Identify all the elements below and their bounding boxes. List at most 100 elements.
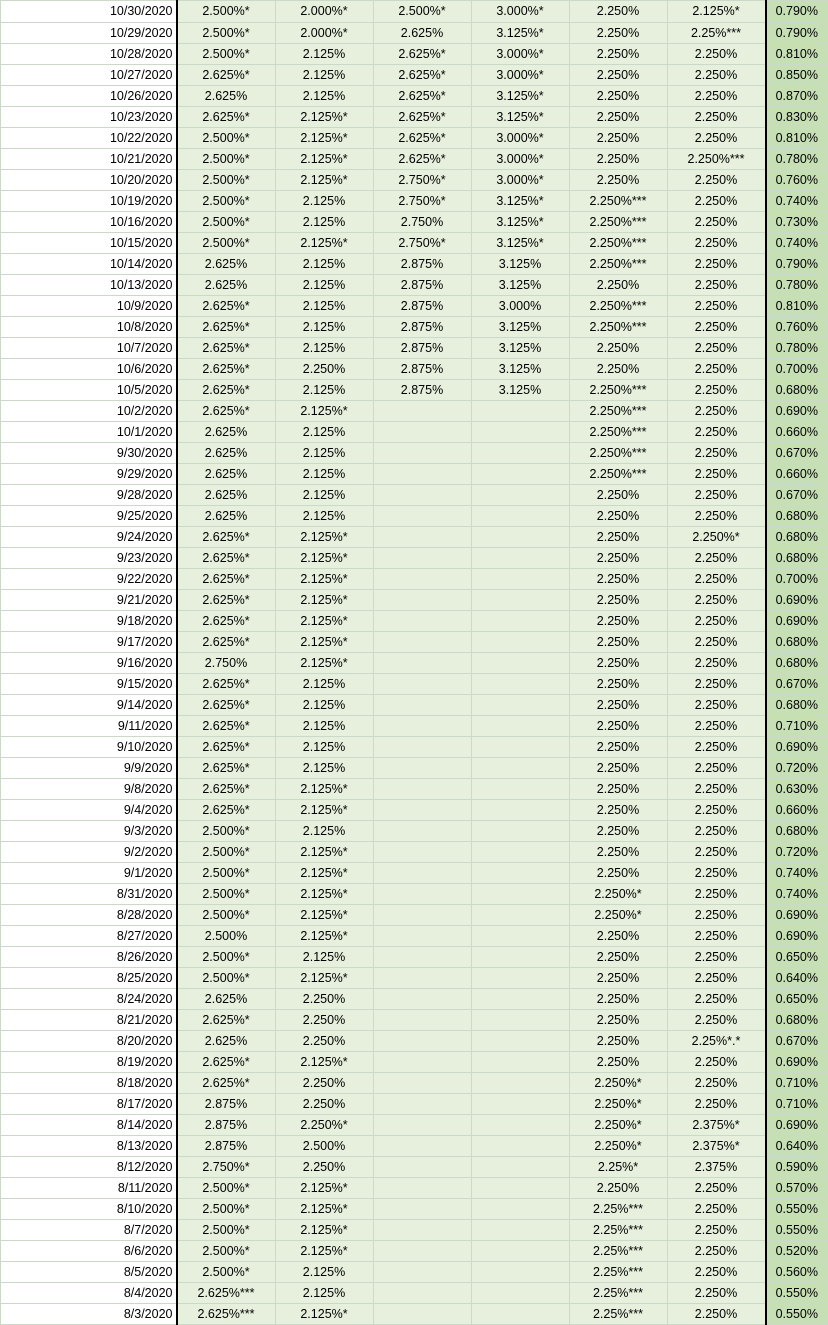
rate-cell-7[interactable]: 0.680% <box>764 652 828 674</box>
rate-cell-2[interactable]: 2.125% <box>274 211 374 233</box>
rate-cell-5[interactable]: 2.250% <box>568 85 668 107</box>
rate-cell-6[interactable]: 2.250% <box>666 1282 766 1304</box>
rate-cell-3[interactable] <box>372 484 472 506</box>
date-cell[interactable]: 9/1/2020 <box>0 862 178 884</box>
rate-cell-4[interactable]: 3.125% <box>470 274 570 296</box>
date-cell[interactable]: 9/10/2020 <box>0 736 178 758</box>
rate-cell-3[interactable] <box>372 526 472 548</box>
date-cell[interactable]: 10/27/2020 <box>0 64 178 86</box>
rate-cell-3[interactable]: 2.875% <box>372 274 472 296</box>
rate-cell-4[interactable] <box>470 1282 570 1304</box>
rate-cell-4[interactable] <box>470 862 570 884</box>
rate-cell-4[interactable] <box>470 1198 570 1220</box>
rate-cell-5[interactable]: 2.250% <box>568 526 668 548</box>
rate-cell-5[interactable]: 2.250%* <box>568 904 668 926</box>
rate-cell-6[interactable]: 2.250% <box>666 1072 766 1094</box>
rate-cell-5[interactable]: 2.250% <box>568 22 668 44</box>
rate-cell-4[interactable] <box>470 715 570 737</box>
rate-cell-6[interactable]: 2.250% <box>666 883 766 905</box>
rate-cell-5[interactable]: 2.250% <box>568 736 668 758</box>
rate-cell-1[interactable]: 2.625%* <box>176 379 276 401</box>
rate-cell-2[interactable]: 2.125%* <box>274 526 374 548</box>
date-cell[interactable]: 10/29/2020 <box>0 22 178 44</box>
rate-cell-4[interactable] <box>470 673 570 695</box>
rate-cell-2[interactable]: 2.125% <box>274 253 374 275</box>
rate-cell-3[interactable]: 2.750% <box>372 211 472 233</box>
rate-cell-3[interactable] <box>372 568 472 590</box>
rate-cell-2[interactable]: 2.125% <box>274 274 374 296</box>
rate-cell-2[interactable]: 2.125%* <box>274 1177 374 1199</box>
rate-cell-6[interactable]: 2.250% <box>666 610 766 632</box>
rate-cell-7[interactable]: 0.790% <box>764 22 828 44</box>
rate-cell-5[interactable]: 2.250%* <box>568 883 668 905</box>
rate-cell-6[interactable]: 2.250% <box>666 1261 766 1283</box>
rate-cell-2[interactable]: 2.125%* <box>274 799 374 821</box>
rate-cell-4[interactable] <box>470 1219 570 1241</box>
rate-cell-7[interactable]: 0.690% <box>764 736 828 758</box>
date-cell[interactable]: 8/24/2020 <box>0 988 178 1010</box>
rate-cell-6[interactable]: 2.250% <box>666 757 766 779</box>
rate-cell-1[interactable]: 2.625%* <box>176 1009 276 1031</box>
rate-cell-5[interactable]: 2.250% <box>568 358 668 380</box>
rate-cell-3[interactable] <box>372 757 472 779</box>
rate-cell-2[interactable]: 2.125%* <box>274 652 374 674</box>
rate-cell-6[interactable]: 2.25%*.* <box>666 1030 766 1052</box>
rate-cell-7[interactable]: 0.670% <box>764 484 828 506</box>
date-cell[interactable]: 8/21/2020 <box>0 1009 178 1031</box>
rate-cell-6[interactable]: 2.250% <box>666 799 766 821</box>
date-cell[interactable]: 8/27/2020 <box>0 925 178 947</box>
rate-cell-5[interactable]: 2.250% <box>568 694 668 716</box>
rate-cell-6[interactable]: 2.250% <box>666 778 766 800</box>
rate-cell-2[interactable]: 2.125%* <box>274 778 374 800</box>
date-cell[interactable]: 8/6/2020 <box>0 1240 178 1262</box>
date-cell[interactable]: 10/13/2020 <box>0 274 178 296</box>
rate-cell-4[interactable] <box>470 736 570 758</box>
rate-cell-3[interactable] <box>372 694 472 716</box>
rate-cell-1[interactable]: 2.625%* <box>176 358 276 380</box>
rate-cell-1[interactable]: 2.500%* <box>176 148 276 170</box>
rate-cell-3[interactable]: 2.750%* <box>372 190 472 212</box>
date-cell[interactable]: 8/3/2020 <box>0 1303 178 1325</box>
date-cell[interactable]: 10/15/2020 <box>0 232 178 254</box>
rate-cell-7[interactable]: 0.550% <box>764 1282 828 1304</box>
rate-cell-3[interactable]: 2.625% <box>372 22 472 44</box>
rate-cell-7[interactable]: 0.790% <box>764 0 828 23</box>
rate-cell-1[interactable]: 2.625%* <box>176 316 276 338</box>
rate-cell-3[interactable] <box>372 631 472 653</box>
rate-cell-4[interactable] <box>470 904 570 926</box>
rate-cell-3[interactable] <box>372 652 472 674</box>
rate-cell-3[interactable] <box>372 463 472 485</box>
rate-cell-6[interactable]: 2.250% <box>666 1240 766 1262</box>
rate-cell-3[interactable] <box>372 1135 472 1157</box>
rate-cell-4[interactable] <box>470 526 570 548</box>
rate-cell-7[interactable]: 0.690% <box>764 1114 828 1136</box>
rate-cell-1[interactable]: 2.625%* <box>176 526 276 548</box>
rate-cell-5[interactable]: 2.250% <box>568 610 668 632</box>
date-cell[interactable]: 8/31/2020 <box>0 883 178 905</box>
rate-cell-1[interactable]: 2.500%* <box>176 862 276 884</box>
rate-cell-6[interactable]: 2.250% <box>666 421 766 443</box>
date-cell[interactable]: 10/30/2020 <box>0 0 178 23</box>
rate-cell-4[interactable]: 3.125%* <box>470 190 570 212</box>
rate-cell-2[interactable]: 2.125% <box>274 820 374 842</box>
rate-cell-3[interactable]: 2.875% <box>372 379 472 401</box>
rate-cell-1[interactable]: 2.625%*** <box>176 1282 276 1304</box>
rate-cell-6[interactable]: 2.250% <box>666 1009 766 1031</box>
rate-cell-4[interactable]: 3.125%* <box>470 22 570 44</box>
rate-cell-7[interactable]: 0.650% <box>764 946 828 968</box>
rate-cell-4[interactable] <box>470 967 570 989</box>
rate-cell-2[interactable]: 2.125%* <box>274 232 374 254</box>
rate-cell-2[interactable]: 2.125%* <box>274 925 374 947</box>
rate-cell-6[interactable]: 2.250% <box>666 820 766 842</box>
rate-cell-7[interactable]: 0.660% <box>764 421 828 443</box>
date-cell[interactable]: 10/20/2020 <box>0 169 178 191</box>
rate-cell-7[interactable]: 0.810% <box>764 295 828 317</box>
rate-cell-6[interactable]: 2.250% <box>666 1303 766 1325</box>
rate-cell-1[interactable]: 2.625%* <box>176 547 276 569</box>
rate-cell-3[interactable] <box>372 967 472 989</box>
rate-cell-1[interactable]: 2.625%* <box>176 673 276 695</box>
rate-cell-4[interactable] <box>470 1261 570 1283</box>
rate-cell-7[interactable]: 0.690% <box>764 589 828 611</box>
rate-cell-7[interactable]: 0.640% <box>764 967 828 989</box>
rate-cell-3[interactable] <box>372 1303 472 1325</box>
